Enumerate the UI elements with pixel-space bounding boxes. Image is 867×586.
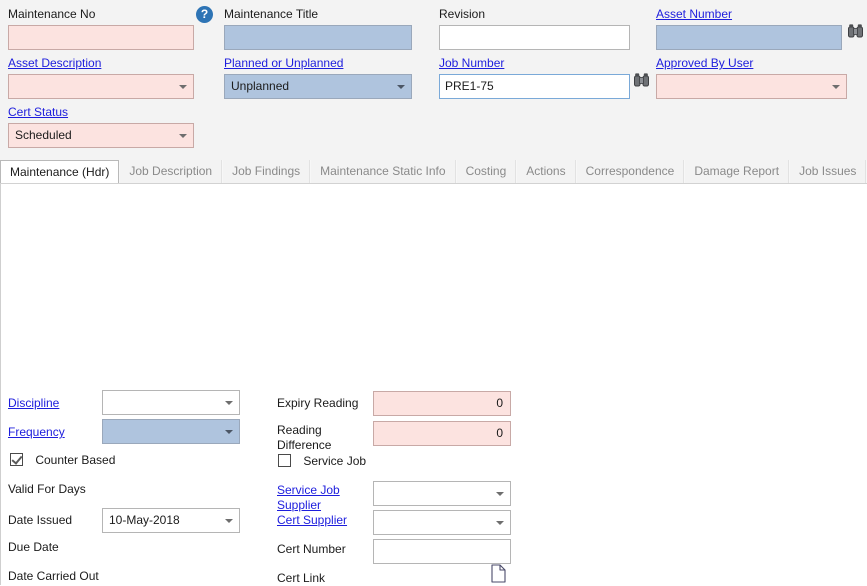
frequency-label[interactable]: Frequency — [8, 425, 65, 439]
revision-input[interactable] — [439, 25, 630, 50]
field-maintenance-no: Maintenance No — [8, 7, 194, 50]
service-job-checkbox-group[interactable]: Service Job — [278, 453, 366, 468]
cert-status-label[interactable]: Cert Status — [8, 105, 194, 119]
cert-status-value: Scheduled — [15, 128, 72, 142]
cert-supplier-combo[interactable] — [373, 510, 511, 535]
discipline-label[interactable]: Discipline — [8, 396, 59, 410]
tab-job-findings[interactable]: Job Findings — [222, 160, 311, 183]
asset-number-label[interactable]: Asset Number — [656, 7, 842, 21]
approved-by-user-combo[interactable] — [656, 74, 847, 99]
cert-status-combo[interactable]: Scheduled — [8, 123, 194, 148]
cert-link-label: Cert Link — [277, 571, 326, 585]
discipline-combo[interactable] — [102, 390, 240, 415]
date-issued-label: Date Issued — [8, 513, 73, 527]
expiry-reading-input[interactable]: 0 — [373, 391, 511, 416]
field-maintenance-title: Maintenance Title — [224, 7, 412, 50]
maintenance-hdr-panel: Discipline Frequency Counter Based Valid… — [0, 184, 867, 585]
tab-correspondence[interactable]: Correspondence — [575, 160, 685, 183]
field-approved-by-user: Approved By User — [656, 56, 847, 99]
service-job-label: Service Job — [303, 453, 367, 468]
field-asset-number: Asset Number — [656, 7, 842, 50]
binoculars-icon-job-number[interactable] — [633, 71, 650, 91]
chevron-down-icon — [225, 429, 233, 434]
tab-job-issues[interactable]: Job Issues — [789, 160, 867, 183]
expiry-reading-label: Expiry Reading — [277, 396, 359, 410]
date-issued-combo[interactable]: 10-May-2018 — [102, 508, 240, 533]
service-job-supplier-label[interactable]: Service Job Supplier — [277, 483, 365, 513]
tab-actions[interactable]: Actions — [516, 160, 576, 183]
field-cert-status: Cert Status Scheduled — [8, 105, 194, 148]
header-form-area: Maintenance No ? Maintenance Title Revis… — [0, 0, 867, 160]
counter-based-checkbox-group[interactable]: Counter Based — [10, 452, 115, 467]
help-icon[interactable]: ? — [196, 6, 213, 23]
field-revision: Revision — [439, 7, 630, 50]
service-job-checkbox[interactable] — [278, 454, 291, 468]
maintenance-no-input[interactable] — [8, 25, 194, 50]
field-planned-or-unplanned: Planned or Unplanned Unplanned — [224, 56, 412, 99]
approved-by-user-label[interactable]: Approved By User — [656, 56, 847, 70]
reading-difference-label: Reading Difference — [277, 423, 332, 452]
tab-bar: Maintenance (Hdr) Job Description Job Find… — [0, 160, 867, 184]
chevron-down-icon — [832, 84, 840, 89]
cert-number-input[interactable] — [373, 539, 511, 564]
maintenance-title-label: Maintenance Title — [224, 7, 319, 21]
job-number-label[interactable]: Job Number — [439, 56, 630, 70]
counter-based-label: Counter Based — [35, 452, 116, 467]
chevron-down-icon — [496, 491, 504, 496]
date-carried-out-label: Date Carried Out — [8, 569, 99, 583]
chevron-down-icon — [179, 133, 187, 138]
chevron-down-icon — [397, 84, 405, 89]
tab-job-description[interactable]: Job Description — [119, 160, 223, 183]
field-job-number: Job Number PRE1-75 — [439, 56, 630, 99]
maintenance-no-label: Maintenance No — [8, 7, 96, 21]
chevron-down-icon — [225, 400, 233, 405]
planned-or-unplanned-value: Unplanned — [231, 79, 290, 93]
service-job-supplier-combo[interactable] — [373, 481, 511, 506]
frequency-combo[interactable] — [102, 419, 240, 444]
tab-maintenance-hdr[interactable]: Maintenance (Hdr) — [0, 160, 120, 183]
valid-for-days-label: Valid For Days — [8, 482, 86, 496]
tab-damage-report[interactable]: Damage Report — [684, 160, 790, 183]
due-date-label: Due Date — [8, 540, 59, 554]
asset-number-input[interactable] — [656, 25, 842, 50]
cert-number-label: Cert Number — [277, 542, 346, 556]
planned-or-unplanned-combo[interactable]: Unplanned — [224, 74, 412, 99]
job-number-input[interactable]: PRE1-75 — [439, 74, 630, 99]
chevron-down-icon — [496, 520, 504, 525]
chevron-down-icon — [179, 84, 187, 89]
binoculars-icon-asset-number[interactable] — [847, 22, 864, 42]
asset-description-combo[interactable] — [8, 74, 194, 99]
tab-costing[interactable]: Costing — [455, 160, 517, 183]
document-icon[interactable] — [490, 564, 507, 585]
chevron-down-icon — [225, 518, 233, 523]
asset-description-label[interactable]: Asset Description — [8, 56, 194, 70]
counter-based-checkbox[interactable] — [10, 453, 23, 467]
reading-difference-input[interactable]: 0 — [373, 421, 511, 446]
cert-supplier-label[interactable]: Cert Supplier — [277, 513, 347, 527]
tab-maintenance-static-info[interactable]: Maintenance Static Info — [310, 160, 456, 183]
field-asset-description: Asset Description — [8, 56, 194, 99]
maintenance-title-input[interactable] — [224, 25, 412, 50]
planned-or-unplanned-label[interactable]: Planned or Unplanned — [224, 56, 412, 70]
date-issued-value: 10-May-2018 — [109, 513, 180, 527]
revision-label: Revision — [439, 7, 486, 21]
